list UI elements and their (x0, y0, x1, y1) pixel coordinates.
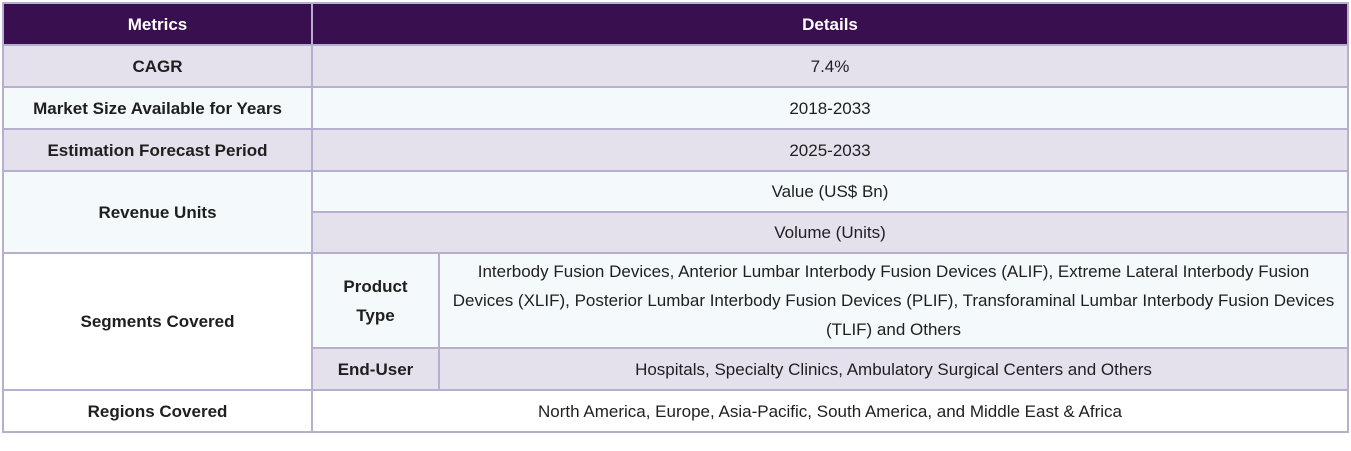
product-type-label: Product Type (311, 252, 440, 349)
end-user-value: Hospitals, Specialty Clinics, Ambulatory… (438, 347, 1349, 391)
revenue-units-value-2: Volume (Units) (311, 211, 1349, 254)
revenue-units-label: Revenue Units (2, 170, 313, 254)
cagr-label: CAGR (2, 44, 313, 88)
market-size-label: Market Size Available for Years (2, 86, 313, 130)
revenue-units-value-1: Value (US$ Bn) (311, 170, 1349, 213)
table-row-revenue-units: Revenue Units Value (US$ Bn) (2, 170, 1349, 254)
report-metrics-table: Metrics Details CAGR 7.4% Market Size Av… (2, 2, 1349, 433)
cagr-value: 7.4% (311, 44, 1349, 88)
metrics-column-header: Metrics (2, 2, 313, 46)
table-row-segments-product: Segments Covered Product Type Interbody … (2, 252, 1349, 391)
table-row-forecast: Estimation Forecast Period 2025-2033 (2, 128, 1349, 172)
product-type-value: Interbody Fusion Devices, Anterior Lumba… (438, 252, 1349, 349)
market-size-value: 2018-2033 (311, 86, 1349, 130)
details-column-header: Details (311, 2, 1349, 46)
segments-label: Segments Covered (2, 252, 313, 391)
table-row-cagr: CAGR 7.4% (2, 44, 1349, 88)
forecast-label: Estimation Forecast Period (2, 128, 313, 172)
table-header-row: Metrics Details (2, 2, 1349, 46)
regions-label: Regions Covered (2, 389, 313, 433)
table-row-market-size: Market Size Available for Years 2018-203… (2, 86, 1349, 130)
regions-value: North America, Europe, Asia-Pacific, Sou… (311, 389, 1349, 433)
end-user-label: End-User (311, 347, 440, 391)
table-row-regions: Regions Covered North America, Europe, A… (2, 389, 1349, 433)
forecast-value: 2025-2033 (311, 128, 1349, 172)
